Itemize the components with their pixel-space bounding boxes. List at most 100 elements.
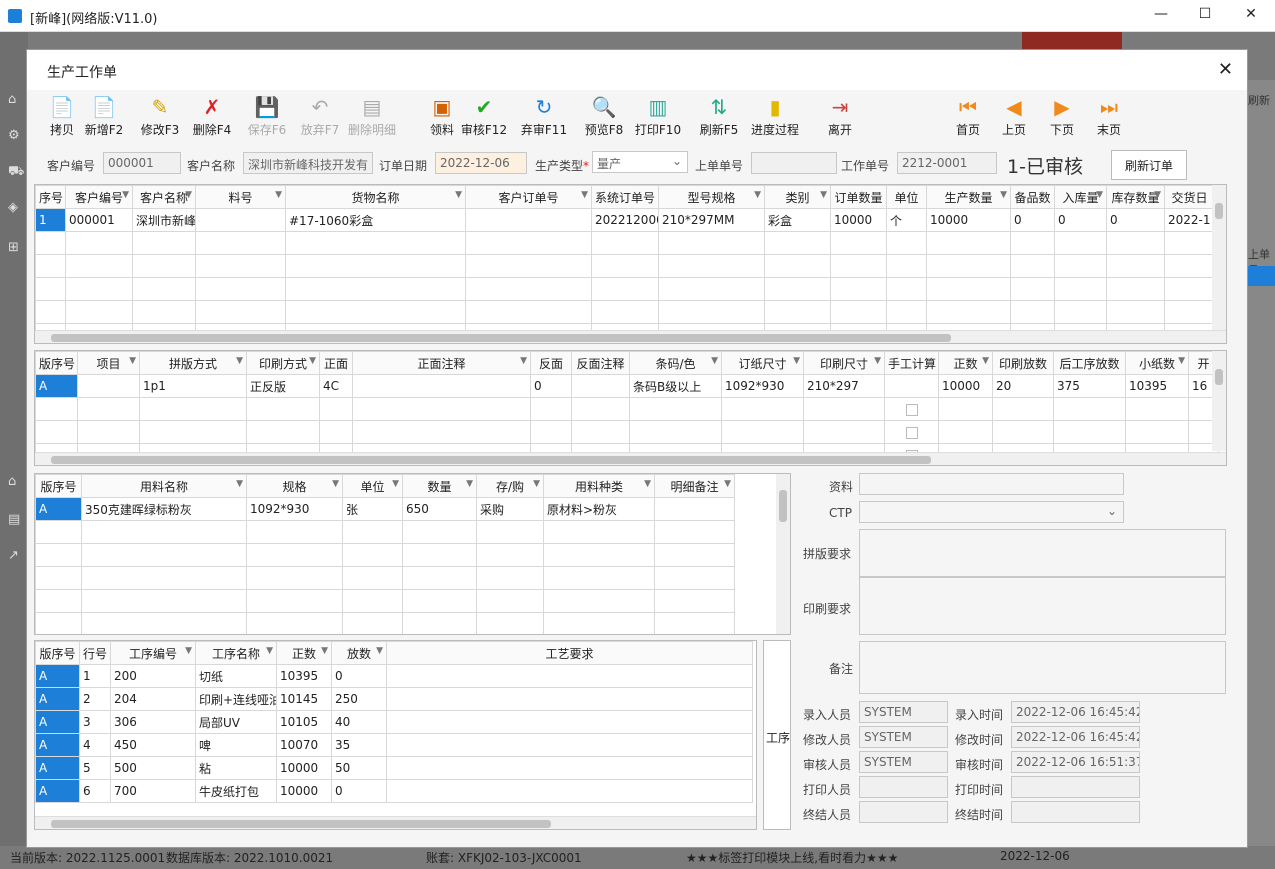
table-cell[interactable]: 450 — [110, 733, 196, 757]
table-cell[interactable] — [195, 300, 286, 324]
table-cell[interactable]: 局部UV — [195, 710, 277, 734]
table-cell[interactable]: 深圳市新峰 — [132, 208, 196, 232]
column-header[interactable]: 单位 ▼ — [342, 474, 403, 498]
table-cell[interactable]: 200 — [110, 664, 196, 688]
table-cell[interactable] — [886, 277, 927, 301]
table-cell[interactable]: 210*297 — [803, 374, 885, 398]
table-cell[interactable]: A — [35, 374, 78, 398]
column-header[interactable]: 拼版方式 ▼ — [139, 351, 247, 375]
table-cell[interactable]: 粘 — [195, 756, 277, 780]
table-cell[interactable]: 0 — [530, 374, 572, 398]
column-header[interactable]: 用料名称 ▼ — [81, 474, 247, 498]
table-cell[interactable] — [386, 756, 753, 780]
table-cell[interactable]: 50 — [331, 756, 387, 780]
table-cell[interactable] — [319, 397, 353, 421]
vertical-scrollbar[interactable] — [776, 474, 790, 634]
toolbar-button-exit[interactable]: ⇥ 离开 — [815, 95, 865, 141]
column-header[interactable]: 条码/色 ▼ — [629, 351, 722, 375]
table-cell[interactable] — [402, 543, 477, 567]
table-cell[interactable] — [721, 420, 804, 444]
table-cell[interactable]: 1092*930 — [246, 497, 343, 521]
column-header[interactable]: 备品数 — [1010, 185, 1055, 209]
horizontal-scrollbar[interactable] — [35, 330, 1226, 343]
table-cell[interactable] — [65, 231, 133, 255]
toolbar-button-first-page[interactable]: ⏮ 首页 — [943, 95, 993, 141]
column-header[interactable]: 数量 ▼ — [402, 474, 477, 498]
dialog-close-icon[interactable]: ✕ — [1218, 59, 1233, 80]
table-cell[interactable] — [926, 277, 1011, 301]
table-cell[interactable] — [543, 589, 655, 613]
table-cell[interactable]: 204 — [110, 687, 196, 711]
table-cell[interactable]: 0 — [331, 779, 387, 803]
ziliao-field[interactable] — [859, 473, 1124, 495]
column-header[interactable]: 正数 ▼ — [276, 641, 332, 665]
vertical-scrollbar[interactable] — [1212, 351, 1226, 451]
table-cell[interactable]: 1 — [79, 664, 111, 688]
checkbox[interactable] — [906, 426, 918, 439]
horizontal-scrollbar[interactable] — [35, 452, 1226, 465]
toolbar-button-undo[interactable]: ↶ 放弃F7 — [295, 95, 345, 141]
table-cell[interactable]: A — [35, 664, 80, 688]
column-header[interactable]: 印刷方式 ▼ — [246, 351, 320, 375]
table-cell[interactable] — [132, 277, 196, 301]
column-header[interactable]: 印刷放数 — [992, 351, 1054, 375]
table-cell[interactable]: 10395 — [1125, 374, 1189, 398]
table-cell[interactable] — [402, 589, 477, 613]
table-cell[interactable] — [886, 254, 927, 278]
table-cell[interactable]: 210*297MM — [658, 208, 765, 232]
column-header[interactable]: 类别 ▼ — [764, 185, 831, 209]
table-cell[interactable]: 印刷+连线哑油 — [195, 687, 277, 711]
table-cell[interactable] — [195, 208, 286, 232]
table-cell[interactable] — [830, 254, 887, 278]
table-cell[interactable] — [81, 589, 247, 613]
toolbar-button-save[interactable]: 💾 保存F6 — [242, 95, 292, 141]
table-cell[interactable]: 牛皮纸打包 — [195, 779, 277, 803]
table-cell[interactable]: A — [35, 756, 80, 780]
filter-icon[interactable]: ▼ — [185, 190, 192, 200]
table-cell[interactable]: 202212000 — [591, 208, 659, 232]
table-cell[interactable] — [81, 566, 247, 590]
toolbar-button-prev-page[interactable]: ◀ 上页 — [989, 95, 1039, 141]
table-cell[interactable] — [35, 543, 82, 567]
table-cell[interactable] — [764, 277, 831, 301]
end-user-field[interactable] — [859, 801, 948, 823]
prod-type-select[interactable]: 量产 ⌄ — [592, 151, 688, 173]
toolbar-button-progress[interactable]: ▮ 进度过程 — [747, 95, 803, 141]
table-cell[interactable]: 2022-1 — [1164, 208, 1215, 232]
table-cell[interactable] — [246, 397, 320, 421]
table-cell[interactable] — [319, 420, 353, 444]
table-cell[interactable] — [246, 612, 343, 634]
table-cell[interactable] — [35, 589, 82, 613]
vertical-scrollbar[interactable] — [1212, 185, 1226, 330]
table-cell[interactable] — [195, 254, 286, 278]
table-cell[interactable] — [926, 254, 1011, 278]
table-cell[interactable]: 306 — [110, 710, 196, 734]
column-header[interactable]: 手工计算 — [884, 351, 939, 375]
table-cell[interactable]: 350克建晖绿标粉灰 — [81, 497, 247, 521]
audit-time-field[interactable]: 2022-12-06 16:51:37 — [1011, 751, 1140, 773]
table-cell[interactable]: 10395 — [276, 664, 332, 688]
table-cell[interactable]: 10000 — [938, 374, 993, 398]
column-header[interactable]: 规格 ▼ — [246, 474, 343, 498]
table-cell[interactable] — [1164, 300, 1215, 324]
column-header[interactable]: 工序编号 ▼ — [110, 641, 196, 665]
table-cell[interactable]: 000001 — [65, 208, 133, 232]
table-cell[interactable] — [543, 612, 655, 634]
table-cell[interactable] — [658, 277, 765, 301]
filter-icon[interactable]: ▼ — [321, 646, 328, 656]
column-header[interactable]: 订纸尺寸 ▼ — [721, 351, 804, 375]
table-cell[interactable] — [132, 300, 196, 324]
modify-time-field[interactable]: 2022-12-06 16:45:42 — [1011, 726, 1140, 748]
column-header[interactable]: 序号 — [35, 185, 66, 209]
table-cell[interactable] — [1010, 231, 1055, 255]
table-cell[interactable] — [1054, 231, 1107, 255]
table-cell[interactable] — [654, 520, 735, 544]
table-cell[interactable] — [654, 589, 735, 613]
filter-icon[interactable]: ▼ — [982, 356, 989, 366]
table-cell[interactable] — [830, 300, 887, 324]
filter-icon[interactable]: ▼ — [455, 190, 462, 200]
table-cell[interactable] — [926, 300, 1011, 324]
toolbar-button-preview[interactable]: 🔍 预览F8 — [579, 95, 629, 141]
column-header[interactable]: 客户编号 ▼ — [65, 185, 133, 209]
table-cell[interactable] — [342, 589, 403, 613]
